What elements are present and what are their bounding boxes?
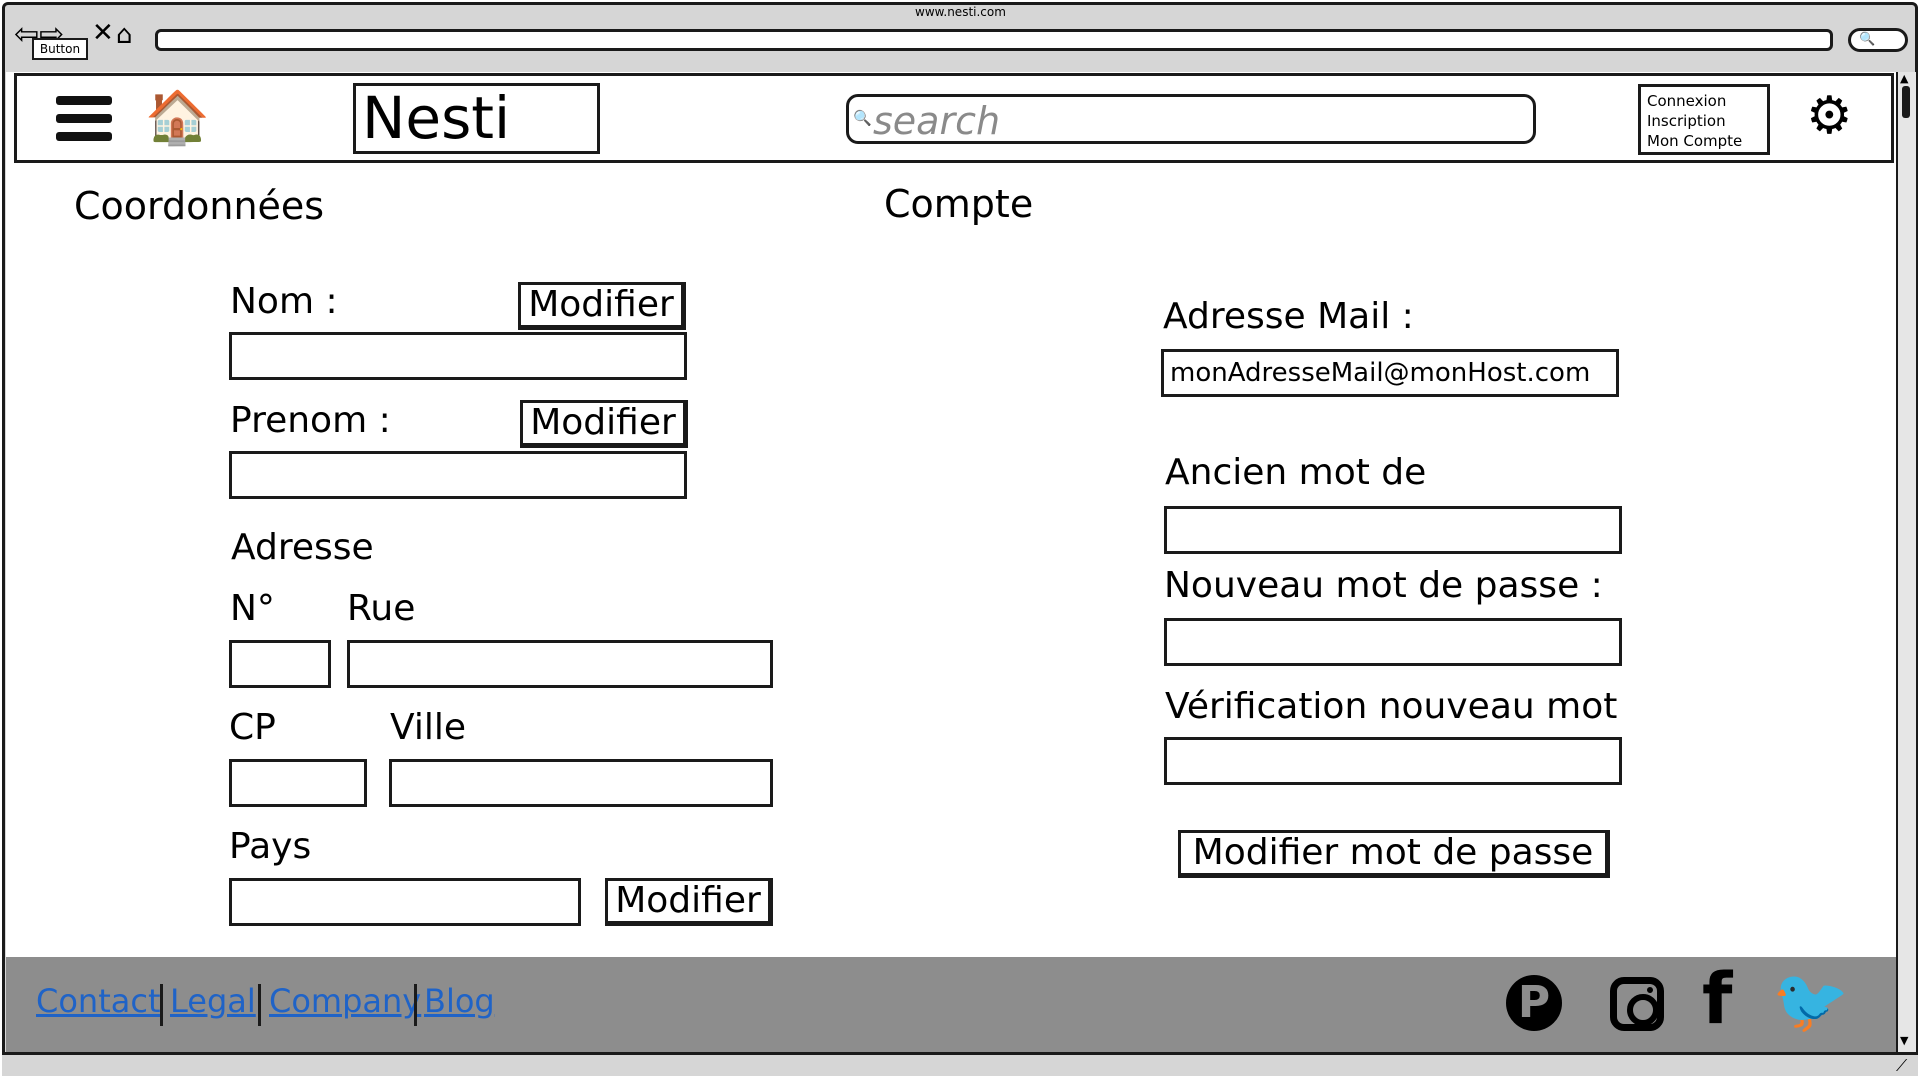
verify-password-label: Vérification nouveau mot [1165, 686, 1618, 727]
scrollbar-thumb[interactable] [1902, 86, 1910, 118]
browser-button[interactable]: Button [32, 38, 88, 60]
browser-search-field[interactable]: 🔍 [1848, 28, 1908, 52]
footer-link-blog[interactable]: Blog [424, 982, 495, 1020]
ville-label: Ville [390, 707, 466, 748]
resize-grip-icon[interactable]: ⟋ [1896, 1056, 1907, 1076]
numero-label: N° [230, 588, 275, 629]
scroll-up-icon[interactable]: ▲ [1900, 72, 1908, 85]
connexion-link[interactable]: Connexion [1647, 91, 1761, 111]
modify-adresse-button[interactable]: Modifier [605, 878, 773, 926]
footer-separator [414, 984, 417, 1026]
browser-status-bar [2, 1052, 1918, 1076]
gear-icon[interactable]: ⚙ [1806, 90, 1853, 142]
nom-label: Nom : [230, 281, 338, 322]
verify-password-input[interactable] [1164, 737, 1622, 785]
browser-home-icon[interactable]: ⌂ [116, 20, 133, 50]
new-password-label: Nouveau mot de passe : [1164, 565, 1603, 606]
old-password-label: Ancien mot de [1165, 452, 1427, 493]
home-icon[interactable]: 🏠 [145, 92, 210, 144]
compte-title: Compte [884, 182, 1034, 226]
email-label: Adresse Mail : [1163, 296, 1414, 337]
rue-label: Rue [347, 588, 416, 629]
numero-input[interactable] [229, 640, 331, 688]
footer-separator [258, 984, 261, 1026]
footer-link-contact[interactable]: Contact [36, 982, 161, 1020]
pays-input[interactable] [229, 878, 581, 926]
search-icon: 🔍 [1859, 32, 1876, 47]
footer-link-legal[interactable]: Legal [170, 982, 256, 1020]
modify-nom-button[interactable]: Modifier [518, 282, 686, 330]
account-menu: Connexion Inscription Mon Compte [1638, 84, 1770, 155]
search-icon: 🔍 [853, 109, 872, 127]
pinterest-icon[interactable]: P [1506, 975, 1562, 1031]
modify-prenom-button[interactable]: Modifier [520, 400, 688, 448]
hamburger-icon[interactable] [56, 96, 112, 142]
facebook-icon[interactable]: f [1702, 964, 1732, 1034]
instagram-icon[interactable] [1610, 977, 1664, 1031]
browser-url-caption: www.nesti.com [915, 5, 1006, 19]
inscription-link[interactable]: Inscription [1647, 111, 1761, 131]
new-password-input[interactable] [1164, 618, 1622, 666]
adresse-title: Adresse [231, 527, 374, 568]
mon-compte-link[interactable]: Mon Compte [1647, 131, 1761, 151]
footer-link-company[interactable]: Company [269, 982, 421, 1020]
email-input[interactable] [1161, 349, 1619, 397]
prenom-label: Prenom : [230, 400, 391, 441]
rue-input[interactable] [347, 640, 773, 688]
ville-input[interactable] [389, 759, 773, 807]
scroll-down-icon[interactable]: ▼ [1900, 1034, 1908, 1047]
site-logo[interactable]: Nesti [353, 83, 600, 154]
change-password-button[interactable]: Modifier mot de passe [1178, 830, 1610, 878]
cp-input[interactable] [229, 759, 367, 807]
site-search[interactable]: 🔍 [846, 94, 1536, 144]
footer-separator [160, 984, 163, 1026]
vertical-scrollbar[interactable] [1896, 72, 1916, 1052]
cp-label: CP [229, 707, 276, 748]
prenom-input[interactable] [229, 451, 687, 499]
old-password-input[interactable] [1164, 506, 1622, 554]
address-bar[interactable] [155, 29, 1833, 51]
coordonnees-title: Coordonnées [74, 184, 325, 228]
nom-input[interactable] [229, 332, 687, 380]
close-icon[interactable]: ✕ [92, 18, 114, 48]
twitter-icon[interactable]: 🐦 [1772, 966, 1849, 1036]
search-input[interactable] [871, 100, 1525, 142]
pays-label: Pays [229, 826, 312, 867]
